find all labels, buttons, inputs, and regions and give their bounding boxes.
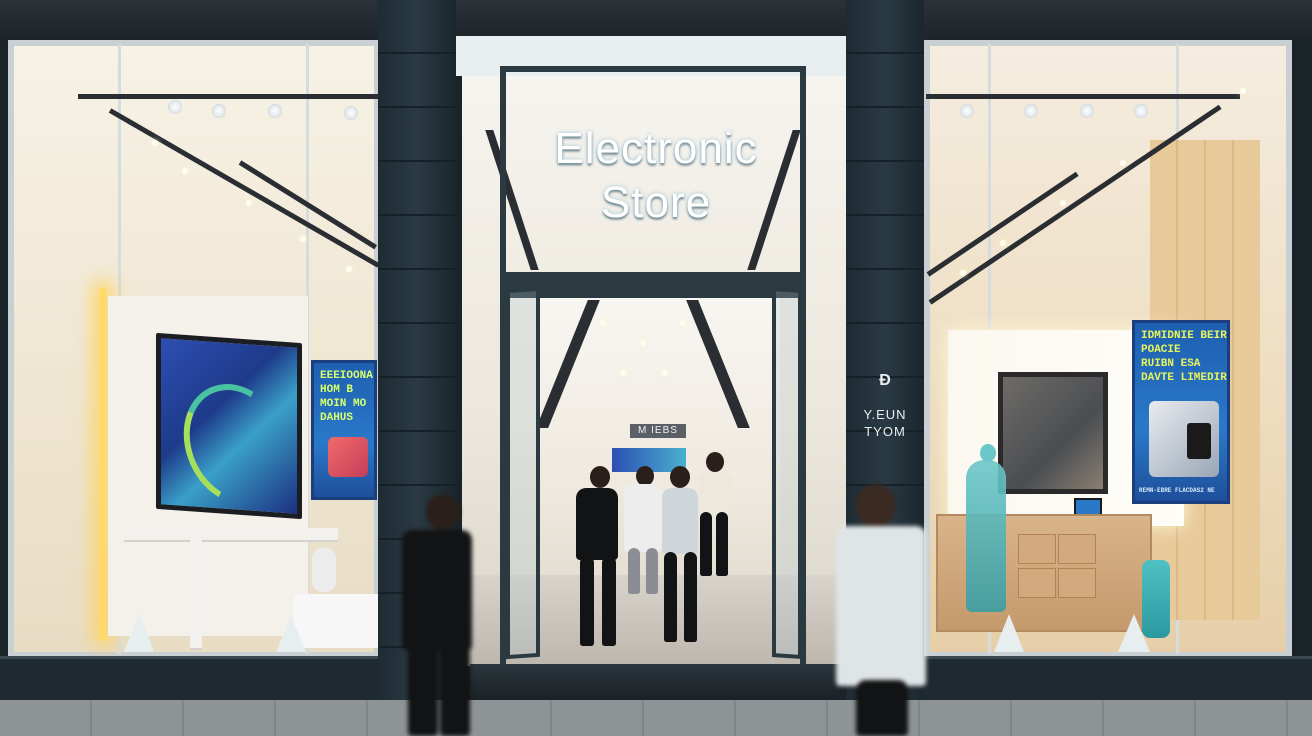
television-display [998, 372, 1108, 494]
glass-door-left[interactable] [506, 286, 540, 660]
store-sign-line2: Store [600, 178, 712, 227]
poster-line: MOIN MO [320, 398, 367, 410]
promo-poster-left: EEEIOONA HOM B MOIN MO DAHUS [311, 360, 377, 500]
spotlight [212, 104, 226, 118]
glass-door-right[interactable] [772, 286, 802, 660]
pillar-brand-text: Y.EUN TYOM [846, 406, 924, 440]
ceiling-light [152, 140, 158, 146]
poster-line: HOM B [320, 384, 354, 396]
display-pedestal [294, 594, 378, 648]
mannequin [966, 460, 1006, 612]
spotlight [960, 104, 974, 118]
ceiling-light [246, 200, 252, 206]
display-table [124, 528, 338, 540]
ceiling-light [1240, 88, 1246, 94]
table-leg [190, 540, 202, 648]
facade-base-right [924, 656, 1312, 705]
facade-base-left [0, 656, 378, 705]
spotlight [268, 104, 282, 118]
pillar-brand-line1: Y.EUN [863, 407, 907, 422]
poster-line: EEEIOONA [320, 370, 373, 382]
poster-art [1149, 401, 1219, 477]
ceiling-light [346, 266, 352, 272]
light-track [78, 94, 378, 99]
door-transom [500, 272, 806, 298]
spotlight [344, 106, 358, 120]
pillar-brand-logo: Ɖ [879, 372, 891, 389]
light-strip [100, 288, 106, 640]
ceiling-light [1000, 240, 1006, 246]
poster-line: DAHUS [320, 412, 354, 424]
television-display [156, 332, 305, 520]
entrance-step [470, 664, 840, 702]
ceiling-light [182, 168, 188, 174]
spotlight [1134, 104, 1148, 118]
poster-footer: REMN-EBRE FLACDAS2 NE [1139, 487, 1215, 494]
cabinet-drawer [1058, 534, 1096, 564]
spotlight [168, 100, 182, 114]
cabinet-drawer [1058, 568, 1096, 598]
cabinet-drawer [1018, 568, 1056, 598]
ceiling-light [300, 236, 306, 242]
cabinet-drawer [1018, 534, 1056, 564]
speaker-product [312, 548, 336, 592]
vase-product [1142, 560, 1170, 638]
poster-line: DAVTE LIMEDIR [1141, 372, 1227, 384]
ceiling-light [1060, 200, 1066, 206]
poster-line: IDMIDNIE BEIRE [1141, 330, 1230, 342]
spotlight [1024, 104, 1038, 118]
sidewalk [0, 700, 1312, 736]
poster-line: RUIBN ESA [1141, 358, 1201, 370]
light-track [926, 94, 1240, 99]
store-sign: Electronic Store [478, 122, 834, 230]
ceiling-light [960, 270, 966, 276]
ceiling-light [1120, 160, 1126, 166]
facade-top-band [0, 0, 1312, 40]
poster-line: POACIE [1141, 344, 1181, 356]
storefront-scene: EEEIOONA HOM B MOIN MO DAHUS M IEBS Elec… [0, 0, 1312, 736]
pillar-brand-line2: TYOM [864, 424, 906, 439]
spotlight [1080, 104, 1094, 118]
promo-poster-right: IDMIDNIE BEIRE POACIE RUIBN ESA DAVTE LI… [1132, 320, 1230, 504]
poster-art [328, 437, 368, 477]
mannequin-head [980, 444, 996, 462]
store-sign-line1: Electronic [554, 124, 758, 173]
